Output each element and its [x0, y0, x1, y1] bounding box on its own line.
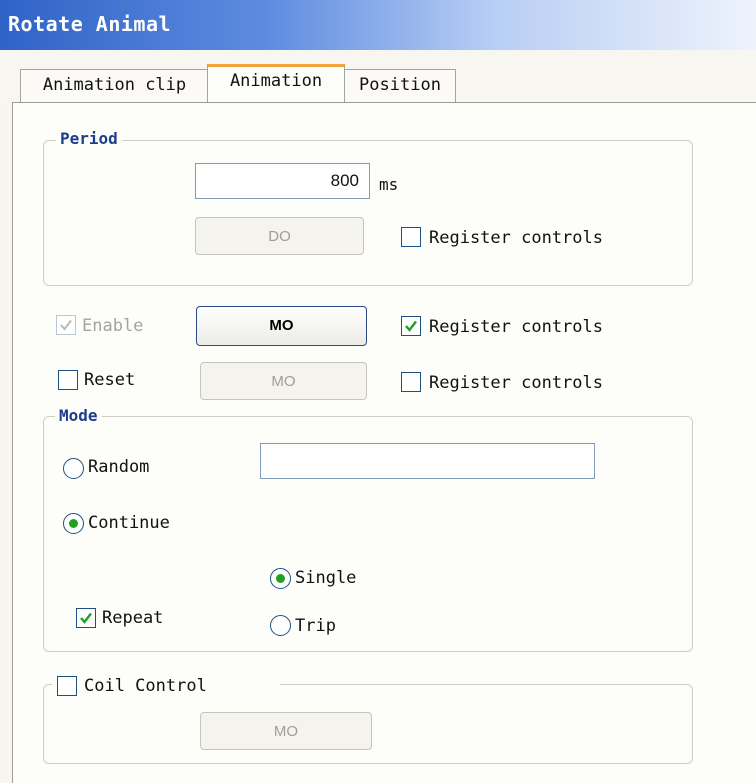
check-mark-icon: [405, 320, 417, 332]
coil-mo-button[interactable]: MO: [200, 712, 372, 750]
check-mark-icon: [60, 319, 72, 331]
enable-label: Enable: [82, 316, 144, 336]
continue-label: Continue: [88, 513, 170, 533]
period-legend: Period: [56, 129, 122, 148]
reset-label: Reset: [84, 370, 136, 390]
tab-strip: Animation clip Animation Position: [0, 50, 756, 104]
period-input[interactable]: 800: [195, 163, 370, 199]
random-value-input[interactable]: [260, 443, 595, 479]
random-radio[interactable]: [63, 458, 84, 479]
radio-dot-icon: [276, 574, 285, 583]
tab-animation-clip[interactable]: Animation clip: [20, 69, 209, 103]
coil-control-checkbox[interactable]: [57, 676, 77, 696]
continue-radio[interactable]: [63, 513, 84, 534]
mode-legend: Mode: [55, 406, 102, 425]
title-bar: Rotate Animal: [0, 0, 756, 50]
period-register-label: Register controls: [429, 228, 603, 248]
reset-checkbox[interactable]: [58, 370, 78, 390]
single-label: Single: [295, 568, 357, 588]
repeat-label: Repeat: [102, 608, 164, 628]
reset-mo-button[interactable]: MO: [200, 362, 367, 400]
window-title: Rotate Animal: [8, 12, 172, 36]
enable-register-label: Register controls: [429, 317, 603, 337]
enable-register-checkbox[interactable]: [401, 316, 421, 336]
repeat-checkbox[interactable]: [76, 608, 96, 628]
check-mark-icon: [80, 612, 92, 624]
tab-animation[interactable]: Animation: [207, 64, 345, 104]
trip-radio[interactable]: [270, 615, 291, 636]
radio-dot-icon: [69, 519, 78, 528]
enable-checkbox[interactable]: [56, 315, 76, 335]
reset-register-checkbox[interactable]: [401, 372, 421, 392]
period-group: [43, 140, 693, 286]
single-radio[interactable]: [270, 568, 291, 589]
random-label: Random: [88, 457, 150, 477]
period-unit: ms: [379, 175, 399, 194]
trip-label: Trip: [295, 616, 336, 636]
coil-control-label: Coil Control: [84, 676, 207, 696]
enable-mo-button[interactable]: MO: [196, 306, 367, 346]
reset-register-label: Register controls: [429, 373, 603, 393]
period-register-checkbox[interactable]: [401, 227, 421, 247]
period-do-button[interactable]: DO: [195, 217, 364, 255]
tab-position[interactable]: Position: [344, 69, 456, 103]
